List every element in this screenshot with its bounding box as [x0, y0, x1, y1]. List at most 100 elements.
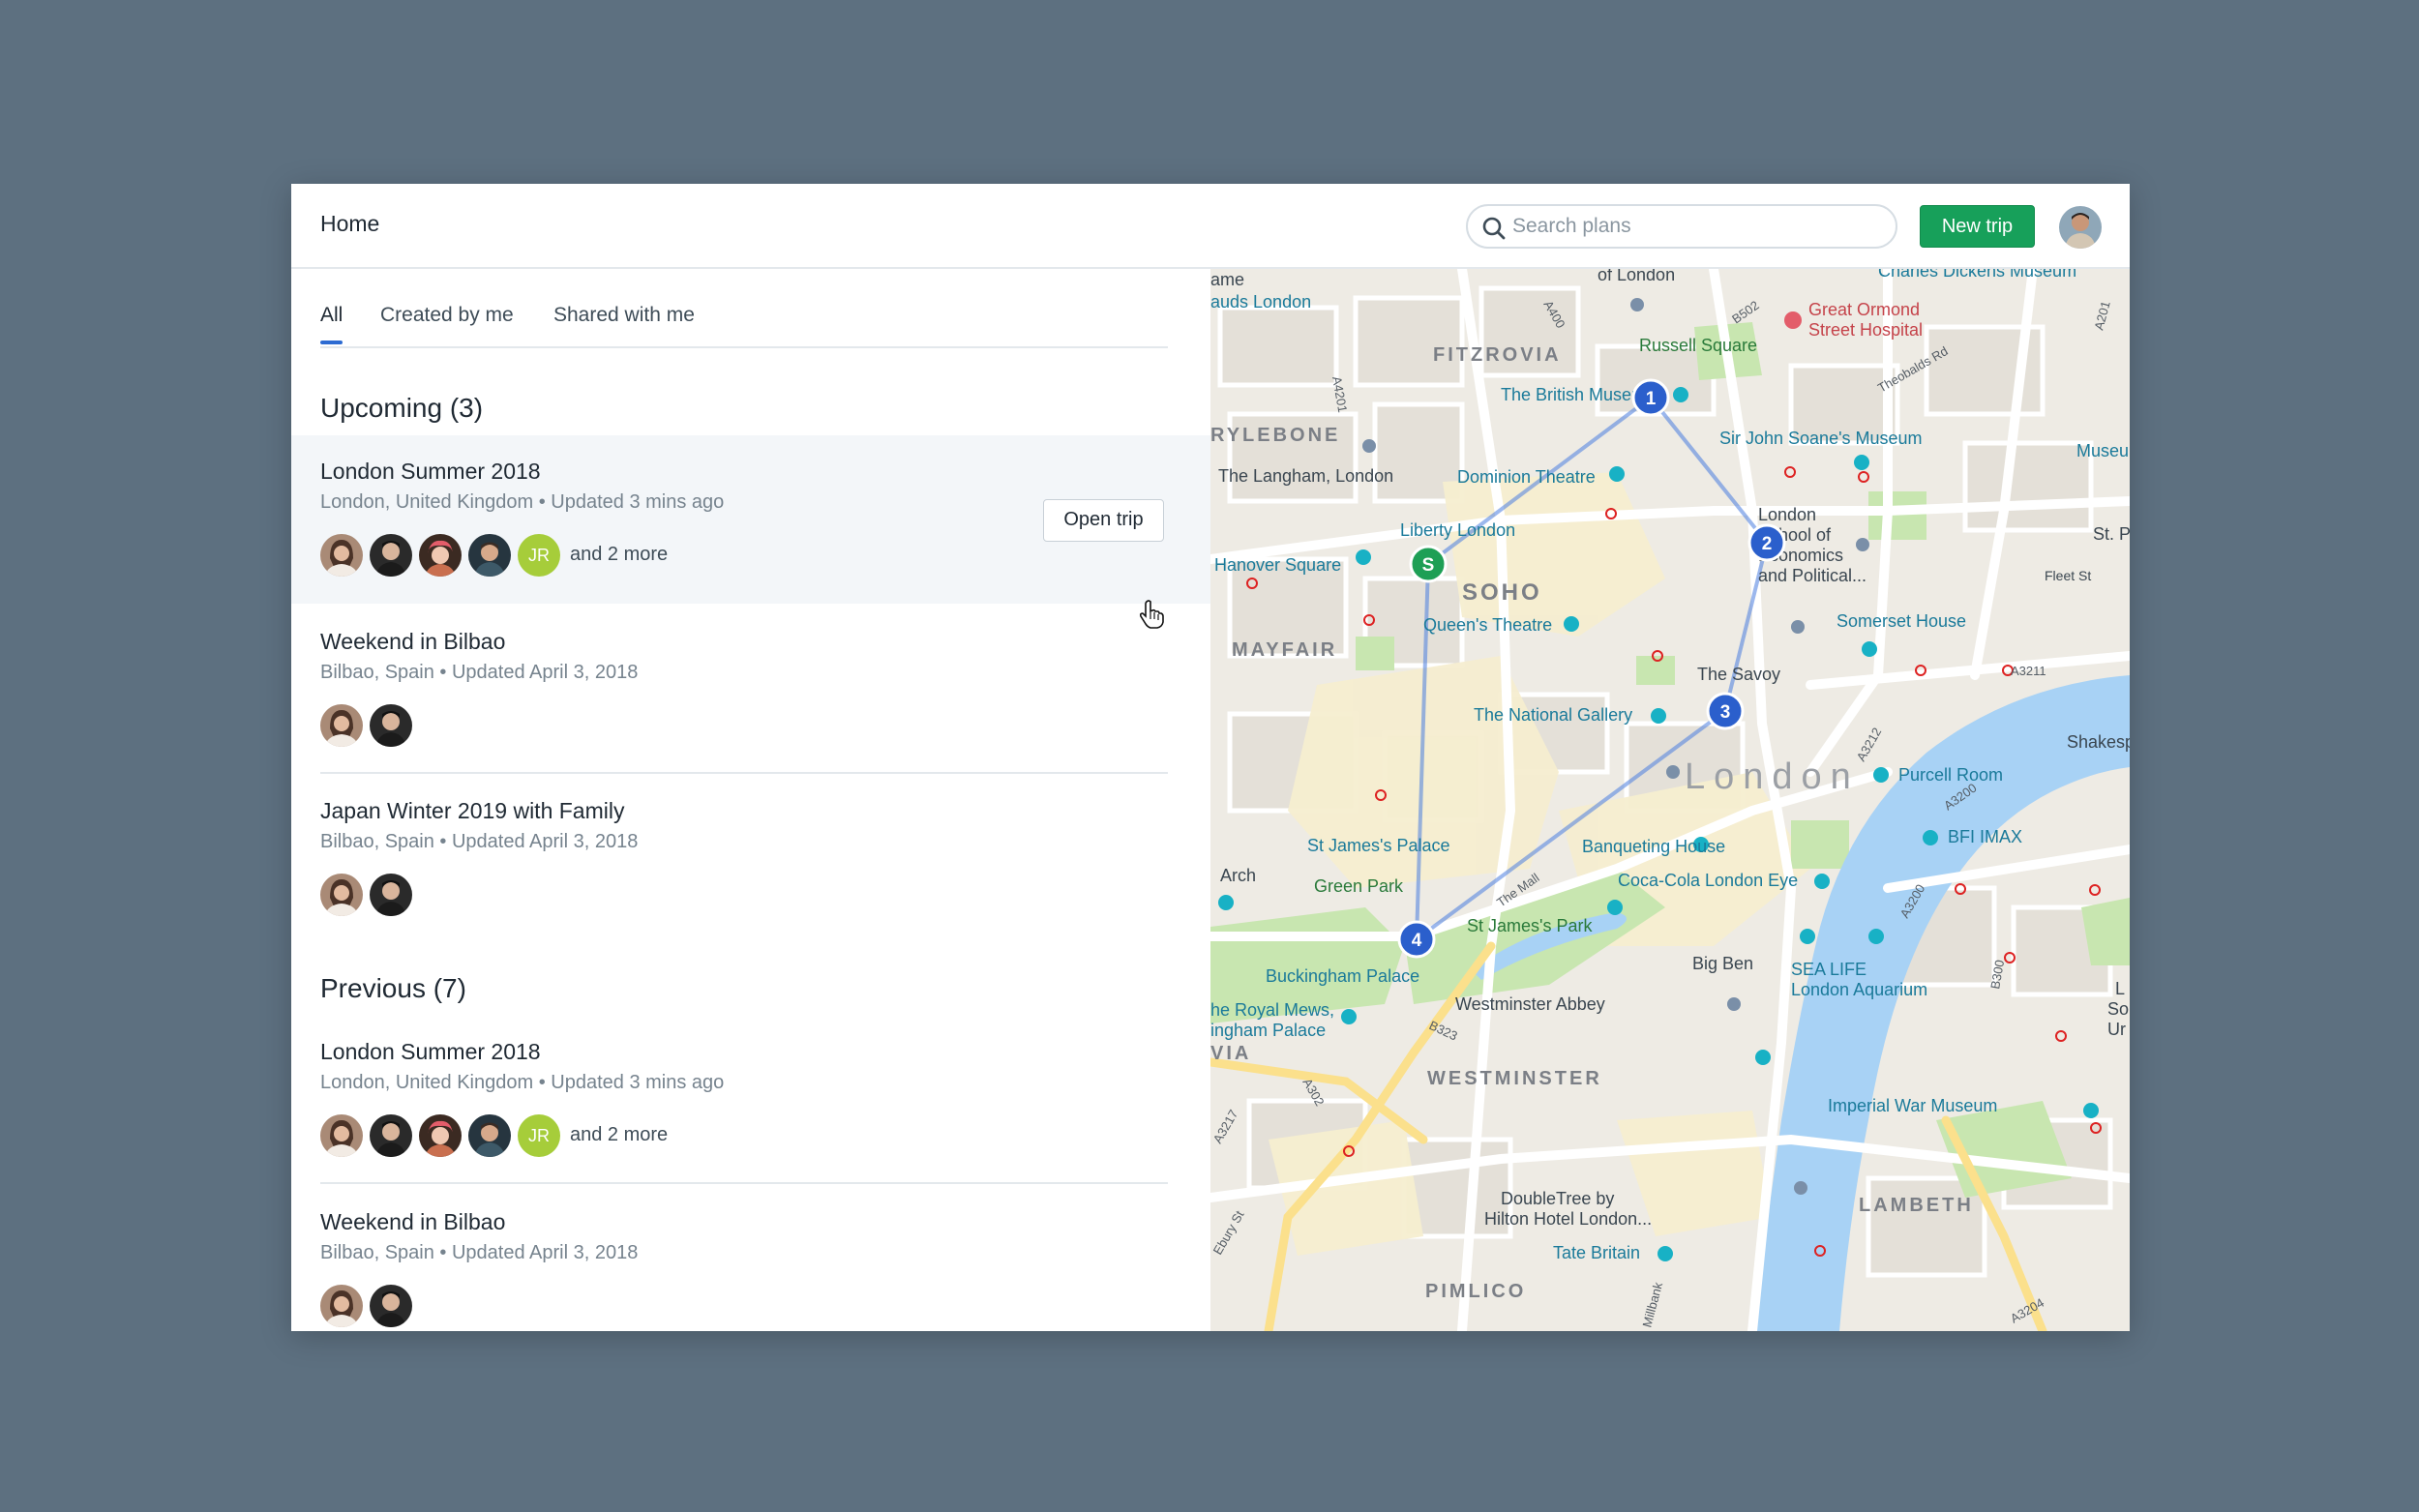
- avatar: [320, 1114, 363, 1157]
- map-label: The Langham, London: [1218, 466, 1393, 486]
- route-start-label: S: [1422, 555, 1435, 576]
- map-label: Dominion Theatre: [1457, 467, 1596, 487]
- trip-meta: Bilbao, Spain • Updated April 3, 2018: [320, 662, 639, 683]
- map-label: Liberty London: [1400, 520, 1515, 540]
- area-label-pimlico: PIMLICO: [1425, 1281, 1526, 1302]
- trip-meta: Bilbao, Spain • Updated April 3, 2018: [320, 1242, 639, 1263]
- trip-card[interactable]: Weekend in Bilbao Bilbao, Spain • Update…: [291, 606, 1210, 774]
- area-label-westminster: WESTMINSTER: [1427, 1068, 1602, 1089]
- avatar: [370, 534, 412, 577]
- map-label: The British Museu: [1501, 385, 1641, 404]
- route-stop-label: 4: [1412, 931, 1422, 951]
- map-label: Charles Dickens Museum: [1878, 269, 2076, 281]
- open-trip-button[interactable]: Open trip: [1043, 499, 1164, 542]
- trip-title: London Summer 2018: [320, 459, 541, 484]
- map-label: Queen's Theatre: [1423, 615, 1552, 635]
- map-label: ame: [1210, 270, 1244, 289]
- search-icon: [1482, 217, 1506, 240]
- hand-cursor-icon: [1139, 600, 1164, 629]
- avatar: [468, 1114, 511, 1157]
- divider: [320, 772, 1168, 774]
- trip-title: Weekend in Bilbao: [320, 629, 506, 654]
- map-label: Tate Britain: [1553, 1243, 1640, 1262]
- trip-card[interactable]: London Summer 2018 London, United Kingdo…: [291, 435, 1210, 604]
- trip-card[interactable]: London Summer 2018 London, United Kingdo…: [291, 1016, 1210, 1184]
- map-label: Ur: [2107, 1020, 2126, 1039]
- map-label: Shakesp: [2067, 732, 2130, 752]
- trip-card[interactable]: Japan Winter 2019 with Family Bilbao, Sp…: [291, 775, 1210, 943]
- upcoming-heading: Upcoming (3): [320, 393, 484, 423]
- map-label: Imperial War Museum: [1828, 1096, 1997, 1115]
- avatar: [320, 534, 363, 577]
- area-label-marylebone: RYLEBONE: [1210, 425, 1340, 446]
- route-start-marker[interactable]: S: [1409, 545, 1448, 583]
- map-label: The Savoy: [1697, 665, 1780, 684]
- area-label-fitzrovia: FITZROVIA: [1433, 344, 1562, 366]
- trip-card[interactable]: Weekend in Bilbao Bilbao, Spain • Update…: [291, 1186, 1210, 1331]
- search-box[interactable]: [1466, 204, 1897, 249]
- avatar: [320, 874, 363, 916]
- trip-title: Weekend in Bilbao: [320, 1209, 506, 1234]
- map-label: Street Hospital: [1808, 320, 1923, 340]
- map-label: he Royal Mews,: [1210, 1000, 1334, 1020]
- area-label-soho: SOHO: [1462, 579, 1542, 606]
- avatar: [320, 704, 363, 747]
- map-label: St James's Palace: [1307, 836, 1450, 855]
- map-label: L: [2115, 979, 2125, 998]
- map-label: Hanover Square: [1214, 555, 1341, 575]
- area-label-london: London: [1685, 756, 1860, 797]
- trip-title: London Summer 2018: [320, 1039, 541, 1064]
- map-label: So: [2107, 999, 2129, 1019]
- map-label: Big Ben: [1692, 954, 1753, 973]
- new-trip-button[interactable]: New trip: [1920, 205, 2035, 248]
- trip-meta: Bilbao, Spain • Updated April 3, 2018: [320, 831, 639, 852]
- map-label: Westminster Abbey: [1455, 994, 1605, 1014]
- route-stop-1-marker[interactable]: 1: [1631, 378, 1670, 417]
- map-label: of London: [1598, 269, 1675, 284]
- map-label: London Aquarium: [1791, 980, 1927, 999]
- map-view[interactable]: FITZROVIA RYLEBONE SOHO MAYFAIR London W…: [1210, 269, 2130, 1331]
- map-label: Purcell Room: [1898, 765, 2003, 785]
- map-label: St James's Park: [1467, 916, 1593, 935]
- page-title: Home: [320, 211, 380, 236]
- map-label: Museu: [2076, 441, 2129, 460]
- app-window: Home New trip All Created by me Shared w…: [291, 184, 2130, 1331]
- map-label: Great Ormond: [1808, 300, 1920, 319]
- more-collaborators: and 2 more: [570, 1124, 669, 1145]
- area-label-lambeth: LAMBETH: [1859, 1195, 1974, 1216]
- road-label: A3211: [2011, 664, 2046, 678]
- tab-all[interactable]: All: [320, 304, 343, 344]
- map-label: SEA LIFE: [1791, 960, 1867, 979]
- map-label: Hilton Hotel London...: [1484, 1209, 1652, 1229]
- avatar: [468, 534, 511, 577]
- tab-shared-with-me[interactable]: Shared with me: [553, 304, 695, 327]
- map-label: and Political...: [1758, 566, 1867, 585]
- map-label: Green Park: [1314, 876, 1404, 896]
- avatar: [370, 704, 412, 747]
- area-label-via: VIA: [1210, 1043, 1251, 1064]
- top-bar: Home New trip: [291, 184, 2130, 269]
- area-label-mayfair: MAYFAIR: [1232, 639, 1337, 661]
- avatar: [370, 1285, 412, 1327]
- avatar-initials: JR: [518, 534, 560, 577]
- trip-title: Japan Winter 2019 with Family: [320, 798, 625, 823]
- tab-created-by-me[interactable]: Created by me: [380, 304, 514, 327]
- map-label: BFI IMAX: [1948, 827, 2022, 846]
- map-label: St. P: [2093, 524, 2130, 544]
- route-stop-label: 2: [1762, 534, 1773, 554]
- route-stop-2-marker[interactable]: 2: [1747, 523, 1786, 562]
- map-label: Fleet St: [2045, 568, 2091, 583]
- search-input[interactable]: [1512, 213, 1880, 240]
- map-label: auds London: [1210, 292, 1311, 311]
- user-avatar[interactable]: [2059, 206, 2102, 249]
- map-label: Banqueting House: [1582, 837, 1725, 856]
- avatar: [320, 1285, 363, 1327]
- route-stop-3-marker[interactable]: 3: [1706, 692, 1745, 730]
- map-label: Arch: [1220, 866, 1256, 885]
- filter-tabs: All Created by me Shared with me: [320, 269, 1168, 348]
- map-label: Buckingham Palace: [1266, 966, 1419, 986]
- avatar-initials: JR: [518, 1114, 560, 1157]
- route-stop-4-marker[interactable]: 4: [1397, 920, 1436, 959]
- route-stop-label: 3: [1720, 702, 1731, 723]
- trip-meta: London, United Kingdom • Updated 3 mins …: [320, 491, 725, 513]
